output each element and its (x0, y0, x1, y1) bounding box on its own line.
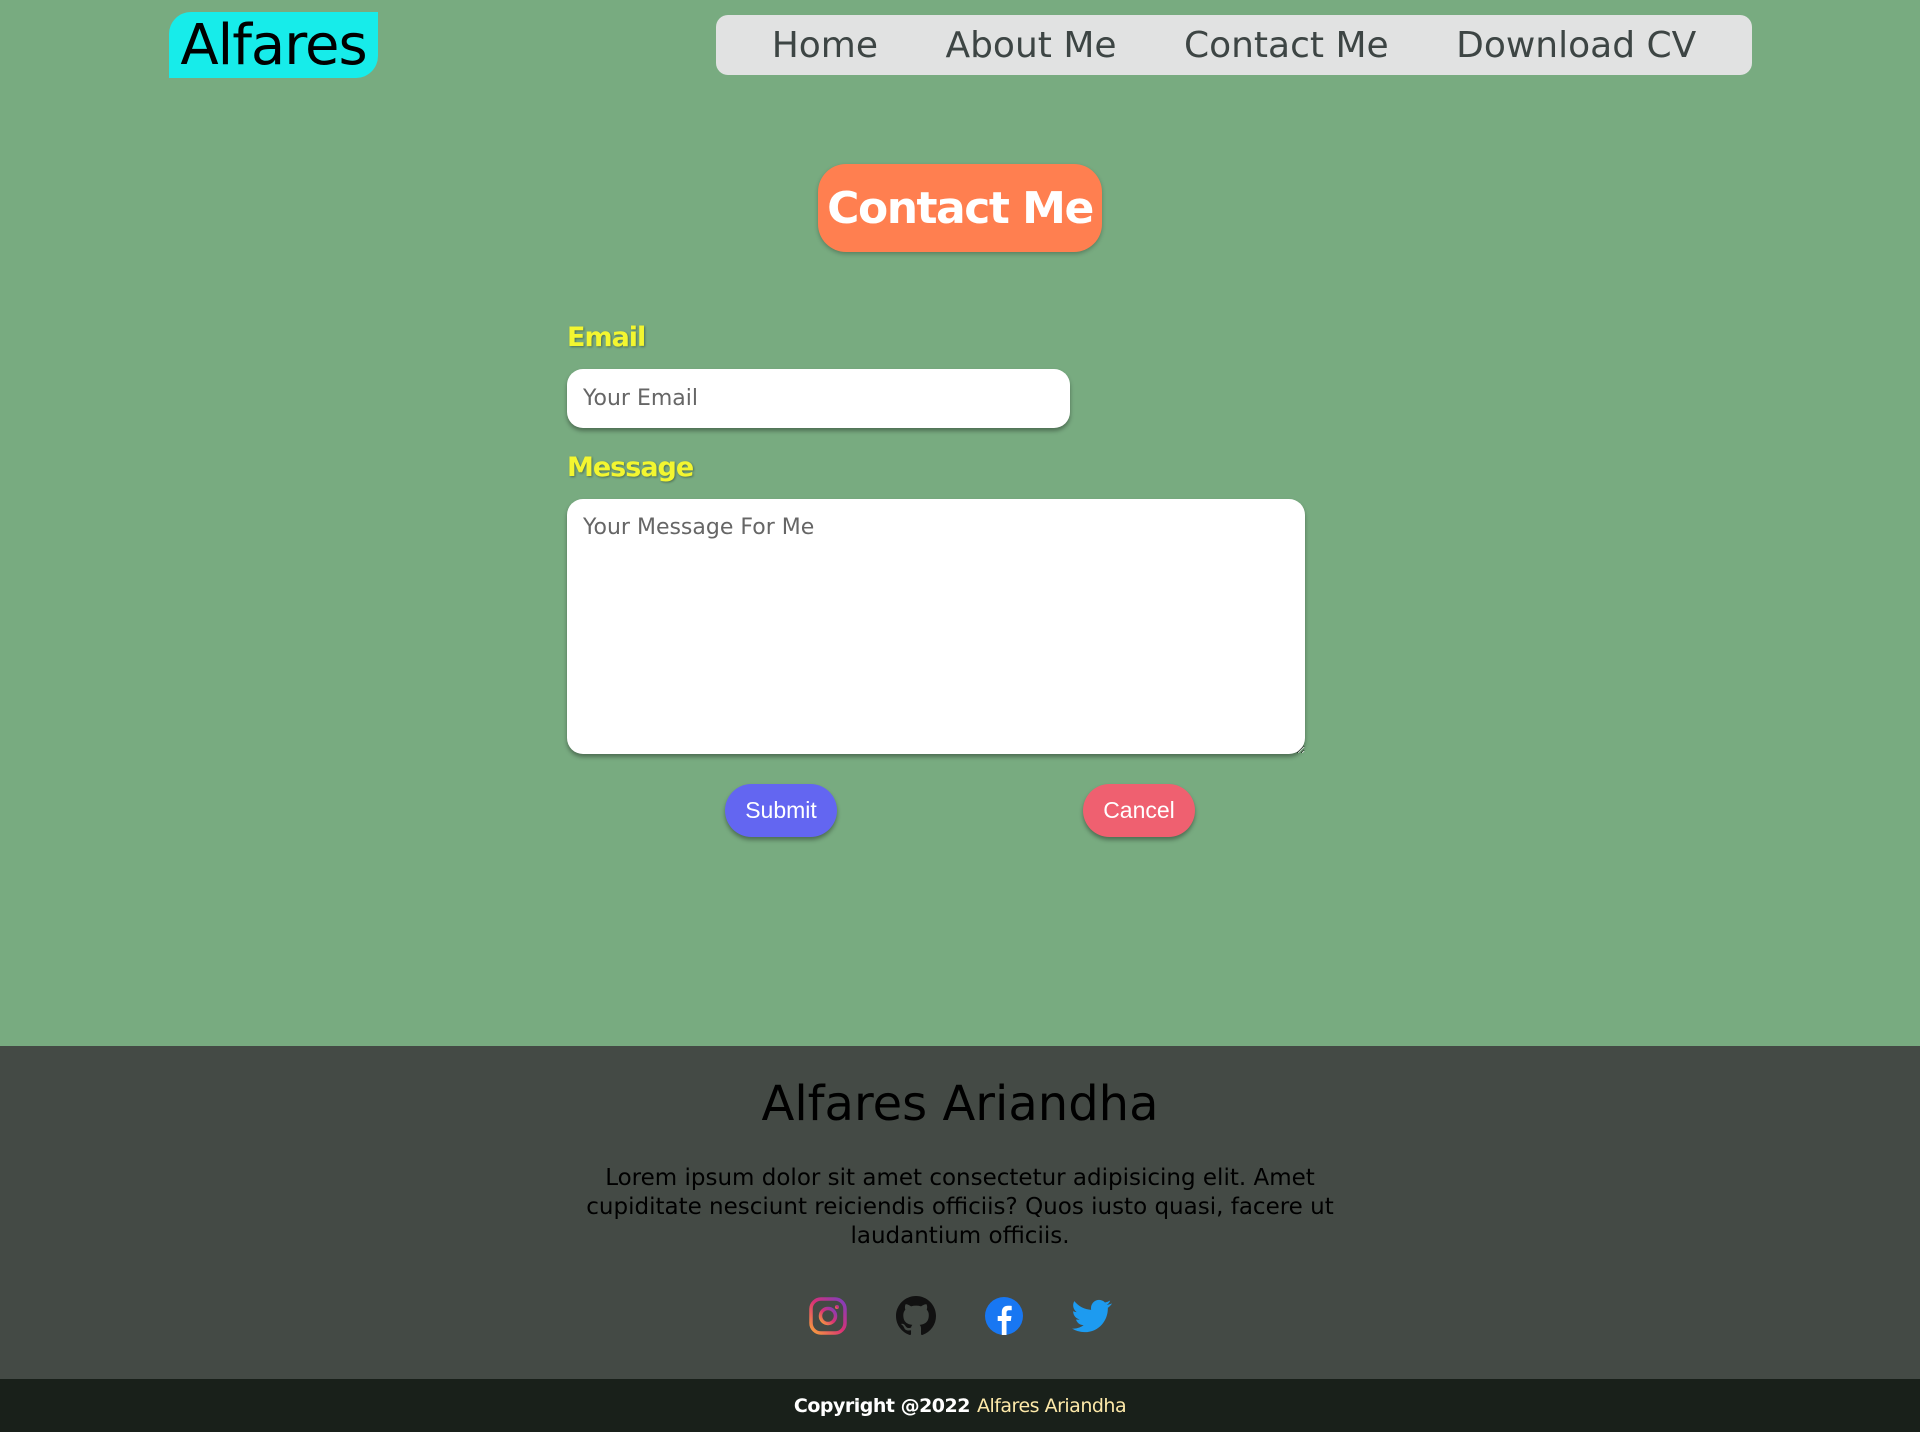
submit-button[interactable]: Submit (725, 784, 837, 837)
twitter-icon[interactable] (1072, 1296, 1112, 1336)
page-title: Contact Me (818, 164, 1102, 252)
message-field[interactable] (567, 499, 1305, 754)
nav-download-cv[interactable]: Download CV (1456, 25, 1696, 66)
email-field[interactable] (567, 369, 1070, 428)
nav-contact-me[interactable]: Contact Me (1184, 25, 1389, 66)
facebook-icon[interactable] (984, 1296, 1024, 1336)
github-icon[interactable] (896, 1296, 936, 1336)
message-label: Message (567, 452, 694, 483)
copyright-bar: Copyright @2022 Alfares Ariandha (0, 1379, 1920, 1432)
nav-home[interactable]: Home (772, 25, 878, 66)
footer: Alfares Ariandha Lorem ipsum dolor sit a… (0, 1046, 1920, 1379)
social-links (0, 1296, 1920, 1336)
footer-description: Lorem ipsum dolor sit amet consectetur a… (586, 1165, 1334, 1249)
footer-name: Alfares Ariandha (761, 1076, 1159, 1132)
instagram-icon[interactable] (808, 1296, 848, 1336)
site-logo[interactable]: Alfares (169, 12, 378, 78)
copyright-owner: Alfares Ariandha (976, 1394, 1127, 1417)
cancel-button[interactable]: Cancel (1083, 784, 1195, 837)
email-label: Email (567, 322, 646, 353)
nav-about-me[interactable]: About Me (945, 25, 1116, 66)
main-nav: Home About Me Contact Me Download CV (716, 15, 1752, 75)
copyright-text: Copyright @2022 (793, 1394, 971, 1417)
